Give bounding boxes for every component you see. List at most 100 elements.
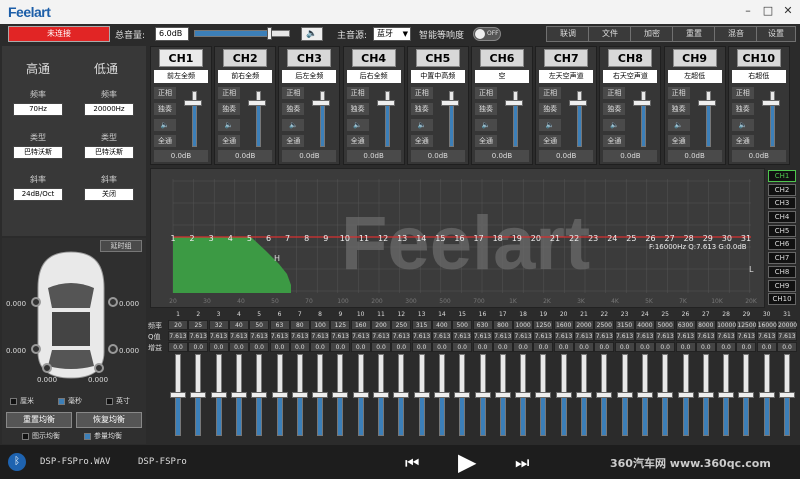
eq-band-q-input[interactable]: 7.613 — [391, 331, 412, 341]
channel-position-label[interactable]: 右天空声道 — [603, 70, 658, 83]
eq-band-slider[interactable] — [493, 354, 513, 436]
graph-channel-item[interactable]: CH5 — [768, 224, 796, 237]
eq-band-freq-input[interactable]: 32 — [208, 320, 229, 330]
eq-band-freq-input[interactable]: 4000 — [634, 320, 655, 330]
solo-button[interactable]: 独奏 — [603, 103, 626, 115]
eq-slider-knob[interactable] — [230, 392, 247, 398]
eq-slider-knob[interactable] — [576, 392, 592, 398]
eq-band-q-input[interactable]: 7.613 — [431, 331, 452, 341]
solo-button[interactable]: 独奏 — [475, 103, 497, 115]
eq-band-slider[interactable] — [168, 354, 188, 436]
eq-point-label[interactable]: 13 — [397, 234, 407, 243]
eq-band-gain-input[interactable]: 0.0 — [371, 342, 391, 352]
phase-button[interactable]: 正相 — [346, 87, 369, 99]
eq-band-freq-input[interactable]: 400 — [431, 320, 452, 330]
speaker-icon[interactable]: 🔈 — [731, 119, 754, 131]
eq-band-gain-input[interactable]: 0.0 — [411, 342, 432, 352]
eq-band-freq-input[interactable]: 8000 — [695, 320, 716, 330]
eq-band-freq-input[interactable]: 16000 — [756, 320, 777, 330]
reset-eq-button[interactable]: 重置均衡 — [6, 412, 72, 428]
eq-band-q-input[interactable]: 7.613 — [452, 331, 473, 341]
eq-band-slider[interactable] — [736, 354, 756, 436]
eq-band-q-input[interactable]: 7.613 — [168, 331, 188, 341]
eq-slider-knob[interactable] — [474, 392, 491, 398]
eq-slider-knob[interactable] — [251, 392, 268, 398]
eq-band-freq-input[interactable]: 5000 — [655, 320, 676, 330]
eq-slider-knob[interactable] — [677, 392, 694, 398]
phase-button[interactable]: 正相 — [667, 87, 690, 99]
highpass-freq-input[interactable]: 70Hz — [13, 103, 63, 116]
eq-slider-knob[interactable] — [373, 392, 389, 398]
eq-band-slider[interactable] — [757, 354, 777, 436]
eq-point-label[interactable]: 5 — [247, 234, 252, 243]
eq-point-label[interactable]: 8 — [304, 234, 309, 243]
channel-position-label[interactable]: 空 — [475, 70, 529, 83]
slider-knob[interactable] — [376, 100, 395, 107]
param-eq-radio[interactable]: 参量均衡 — [84, 431, 122, 441]
unit-inch-radio[interactable]: 英寸 — [106, 396, 130, 406]
allpass-button[interactable]: 全通 — [731, 135, 754, 147]
eq-point-label[interactable]: 15 — [435, 234, 445, 243]
eq-point-label[interactable]: 18 — [493, 234, 503, 243]
speaker-icon[interactable]: 🔈 — [282, 119, 305, 131]
eq-slider-knob[interactable] — [312, 392, 329, 398]
eq-band-slider[interactable] — [290, 354, 310, 436]
channel-position-label[interactable]: 左超低 — [667, 70, 722, 83]
graphic-eq-radio[interactable]: 图示均衡 — [22, 431, 60, 441]
phase-button[interactable]: 正相 — [475, 87, 497, 99]
eq-band-slider[interactable] — [574, 354, 594, 436]
speaker-icon[interactable]: 🔈 — [667, 119, 690, 131]
eq-band-freq-input[interactable]: 315 — [411, 320, 432, 330]
eq-band-slider[interactable] — [249, 354, 269, 436]
eq-band-q-input[interactable]: 7.613 — [574, 331, 594, 341]
eq-slider-knob[interactable] — [738, 392, 755, 398]
eq-point-label[interactable]: 6 — [266, 234, 271, 243]
eq-band-gain-input[interactable]: 0.0 — [310, 342, 331, 352]
allpass-button[interactable]: 全通 — [539, 135, 562, 147]
master-volume-value[interactable]: 6.0dB — [155, 27, 189, 41]
slider-knob[interactable] — [440, 100, 459, 107]
eq-band-q-input[interactable]: 7.613 — [411, 331, 432, 341]
speaker-icon[interactable]: 🔈 — [154, 119, 176, 131]
slider-knob[interactable] — [248, 100, 267, 107]
allpass-button[interactable]: 全通 — [603, 135, 626, 147]
channel-select-button[interactable]: CH10 — [736, 49, 781, 67]
eq-slider-knob[interactable] — [170, 392, 186, 398]
eq-band-q-input[interactable]: 7.613 — [594, 331, 615, 341]
eq-band-slider[interactable] — [351, 354, 371, 436]
lowpass-type-select[interactable]: 巴特沃斯 — [84, 146, 134, 159]
eq-band-gain-input[interactable]: 0.0 — [168, 342, 188, 352]
eq-band-freq-input[interactable]: 1250 — [533, 320, 554, 330]
play-icon[interactable]: ▶ — [458, 448, 476, 476]
eq-band-q-input[interactable]: 7.613 — [634, 331, 655, 341]
solo-button[interactable]: 独奏 — [410, 103, 433, 115]
eq-point-label[interactable]: 14 — [416, 234, 426, 243]
speaker-sub-right-icon[interactable] — [94, 363, 104, 373]
lowpass-slope-select[interactable]: 关闭 — [84, 188, 134, 201]
speaker-icon[interactable]: 🔈 — [539, 119, 562, 131]
graph-channel-item[interactable]: CH10 — [768, 293, 796, 306]
previous-track-icon[interactable]: ⏮ — [405, 453, 419, 473]
eq-band-q-input[interactable]: 7.613 — [655, 331, 676, 341]
eq-slider-knob[interactable] — [352, 392, 369, 398]
channel-position-label[interactable]: 中置中高频 — [410, 70, 465, 83]
eq-band-freq-input[interactable]: 250 — [391, 320, 412, 330]
speaker-icon[interactable]: 🔈 — [475, 119, 497, 131]
eq-slider-knob[interactable] — [515, 392, 532, 398]
eq-band-freq-input[interactable]: 20000 — [777, 320, 797, 330]
eq-slider-knob[interactable] — [291, 392, 308, 398]
speaker-front-left-icon[interactable] — [31, 297, 41, 307]
eq-band-freq-input[interactable]: 12500 — [736, 320, 756, 330]
eq-band-q-input[interactable]: 7.613 — [249, 331, 270, 341]
eq-slider-knob[interactable] — [779, 392, 795, 398]
eq-band-q-input[interactable]: 7.613 — [310, 331, 331, 341]
eq-point-label[interactable]: 3 — [209, 234, 214, 243]
eq-band-slider[interactable] — [777, 354, 797, 436]
eq-band-freq-input[interactable]: 3150 — [614, 320, 635, 330]
eq-band-slider[interactable] — [716, 354, 736, 436]
eq-point-label[interactable]: 21 — [550, 234, 560, 243]
eq-band-slider[interactable] — [229, 354, 249, 436]
smart-loudness-toggle[interactable]: OFF — [473, 27, 501, 41]
eq-band-q-input[interactable]: 7.613 — [472, 331, 493, 341]
eq-point-label[interactable]: 24 — [607, 234, 617, 243]
